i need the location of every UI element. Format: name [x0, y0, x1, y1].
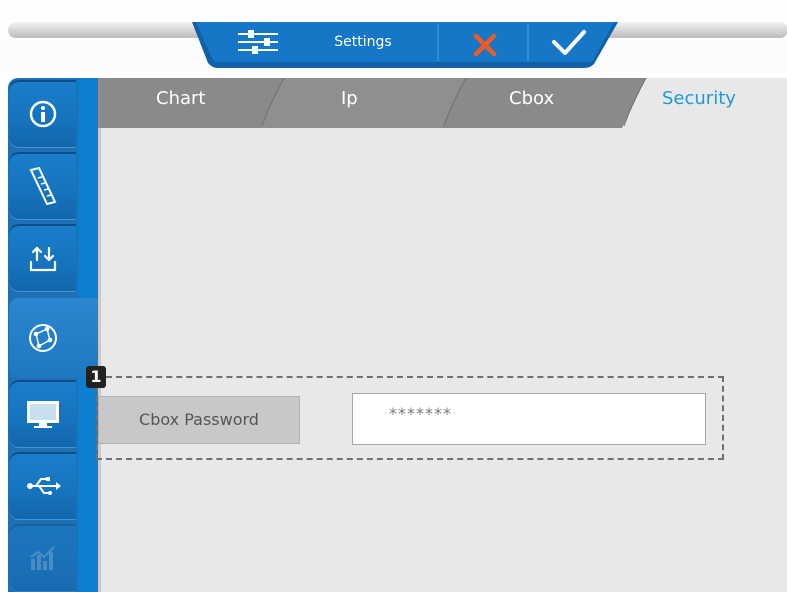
settings-menu-button[interactable] [232, 22, 284, 62]
cbox-password-button[interactable]: Cbox Password [98, 396, 300, 444]
step-marker: 1 [86, 366, 106, 388]
sidebar-item-network[interactable] [9, 298, 98, 378]
check-icon [552, 30, 586, 55]
panel-divider [98, 128, 101, 592]
sidebar-item-display[interactable] [9, 380, 76, 448]
cbox-password-field[interactable]: ******* [352, 393, 706, 445]
security-panel [98, 128, 787, 592]
tab-chart[interactable]: Chart [156, 88, 205, 109]
network-icon [28, 324, 57, 352]
sidebar-item-stats [9, 524, 76, 592]
tab-cbox[interactable]: Cbox [509, 88, 554, 109]
tab-ip[interactable]: Ip [341, 88, 358, 109]
tab-security[interactable]: Security [662, 88, 736, 109]
confirm-button[interactable] [546, 22, 592, 62]
cancel-button[interactable] [462, 22, 508, 62]
sliders-icon [238, 30, 278, 54]
toolbar-title: Settings [334, 34, 392, 50]
sidebar-item-ruler[interactable] [9, 152, 76, 220]
sidebar-item-usb[interactable] [9, 452, 76, 520]
chart-icon [29, 546, 55, 570]
close-icon [473, 33, 497, 57]
info-icon [29, 100, 56, 128]
sidebar-item-info[interactable] [9, 80, 76, 148]
monitor-icon [26, 401, 59, 428]
upload-download-icon [29, 246, 56, 272]
usb-icon [26, 477, 61, 495]
ruler-icon [29, 166, 56, 206]
sidebar-item-transfer[interactable] [9, 224, 76, 292]
